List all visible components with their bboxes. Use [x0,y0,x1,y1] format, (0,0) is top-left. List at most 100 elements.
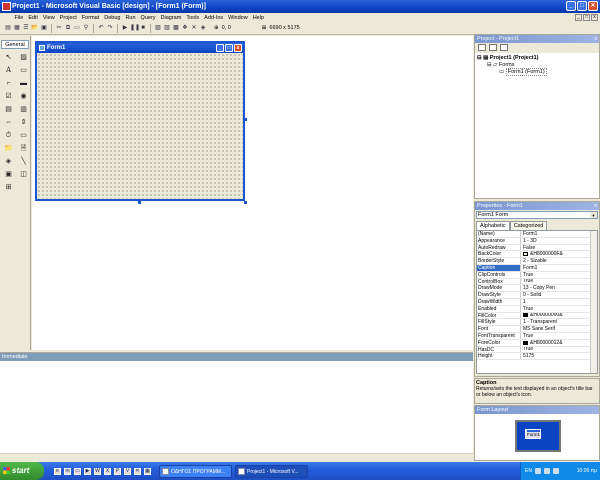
resize-handle-corner[interactable] [244,201,247,204]
object-browser-icon[interactable]: ❖ [181,24,189,32]
menu-add-ins[interactable]: Add-Ins [202,15,226,21]
form-maximize-button[interactable]: □ [225,44,233,52]
project-close-icon[interactable]: x [594,35,597,43]
media-icon[interactable]: ▶ [84,467,91,475]
property-value[interactable]: True [521,333,533,339]
optionbutton-tool-icon[interactable]: ◉ [17,91,30,102]
tab-categorized[interactable]: Categorized [509,221,548,230]
desktop-icon[interactable]: ▭ [74,467,81,475]
menu-debug[interactable]: Debug [102,15,123,21]
property-value[interactable]: &H00000000& [521,313,563,318]
property-row[interactable]: FillColor &H00000000& [477,312,597,320]
property-row[interactable]: ControlBox True [477,278,597,286]
data-tool-icon[interactable]: ◫ [17,169,30,180]
property-row[interactable]: (Name) Form1 [477,231,597,238]
language-indicator[interactable]: EN [525,468,532,474]
volume-icon[interactable] [552,468,559,474]
property-value[interactable]: True [521,279,533,285]
excel-icon[interactable]: X [104,467,111,475]
toolbox-tab-general[interactable]: General [1,40,29,49]
property-value[interactable]: 1 - Transparent [521,319,557,325]
tab-alphabetic[interactable]: Alphabetic [476,221,510,230]
object-selector[interactable]: Form1 Form ▼ [476,211,598,219]
checkbox-tool-icon[interactable]: ☑ [2,91,15,102]
break-icon[interactable]: ❚❚ [130,24,140,32]
shape-tool-icon[interactable]: ◈ [2,156,15,167]
start-icon[interactable]: ▶ [121,24,129,32]
menu-project[interactable]: Project [57,15,79,21]
menu-diagram[interactable]: Diagram [158,15,184,21]
label-tool-icon[interactable]: A [2,65,15,76]
line-tool-icon[interactable]: ╲ [17,156,30,167]
property-row[interactable]: FillStyle 1 - Transparent [477,319,597,327]
property-value[interactable]: 1 [521,299,526,305]
menu-query[interactable]: Query [138,15,158,21]
mdi-close-button[interactable]: x [591,14,598,21]
paste-icon[interactable]: ▭ [73,24,81,32]
ie-icon[interactable]: e [54,467,61,475]
property-row[interactable]: DrawMode 13 - Copy Pen [477,285,597,293]
property-value[interactable]: 13 - Copy Pen [521,285,555,291]
properties-window-icon[interactable]: ▨ [163,24,171,32]
word-icon[interactable]: W [94,467,101,475]
property-value[interactable]: 1 - 3D [521,238,537,244]
property-value[interactable]: True [521,347,533,353]
view-object-icon[interactable] [489,44,497,51]
property-row[interactable]: BackColor &H8000000F& [477,251,597,259]
menu-window[interactable]: Window [226,15,251,21]
save-project-icon[interactable]: ▣ [40,24,48,32]
property-row[interactable]: Height 5175 [477,353,597,361]
drivelistbox-tool-icon[interactable]: ▭ [17,130,30,141]
hscrollbar-tool-icon[interactable]: ⇔ [2,117,15,128]
form1-designer-window[interactable]: Form1 _ □ x [35,41,245,201]
property-row[interactable]: DrawStyle 0 - Solid [477,292,597,299]
toolbox-icon[interactable]: ✕ [190,24,198,32]
property-row[interactable]: Appearance 1 - 3D [477,237,597,245]
vb-quicklaunch-icon[interactable]: V [124,467,131,475]
property-row[interactable]: HasDC True [477,346,597,354]
toggle-folders-icon[interactable] [500,44,508,51]
app1-icon[interactable]: ✕ [134,467,141,475]
property-value[interactable]: 5175 [521,353,534,359]
property-value[interactable]: True [521,306,533,312]
property-value[interactable]: False [521,245,535,251]
resize-handle-right[interactable] [244,118,247,121]
property-row[interactable]: ForeColor &H80000012& [477,339,597,347]
menu-format[interactable]: Format [79,15,101,21]
property-row[interactable]: FontTransparent True [477,332,597,340]
add-form-icon[interactable]: ▦ [13,24,21,32]
property-value[interactable]: MS Sans Serif [521,326,555,332]
start-button[interactable]: start [0,462,44,480]
property-row[interactable]: AutoRedraw False [477,244,597,252]
listbox-tool-icon[interactable]: ▥ [17,104,30,115]
find-icon[interactable]: ⚲ [82,24,90,32]
resize-handle-bottom[interactable] [138,201,141,204]
menu-editor-icon[interactable]: ☰ [22,24,30,32]
menu-tools[interactable]: Tools [184,15,202,21]
property-row[interactable]: Enabled True [477,305,597,313]
property-value[interactable]: Form1 [521,265,537,271]
app2-icon[interactable]: ▦ [144,467,151,475]
immediate-window[interactable]: Immediate [0,352,473,461]
form1-layout-preview[interactable]: Form1 [525,429,541,439]
property-value[interactable]: True [521,272,533,278]
property-value[interactable]: 0 - Solid [521,292,541,298]
open-project-icon[interactable]: 📂 [31,24,39,32]
property-vscrollbar[interactable] [590,231,597,373]
picturebox-tool-icon[interactable]: ▨ [17,52,30,63]
property-row[interactable]: ClipControls True [477,271,597,279]
property-value[interactable]: Form1 [521,231,537,237]
chevron-down-icon[interactable]: ▼ [590,212,597,218]
menu-help[interactable]: Help [250,15,266,21]
form-layout-icon[interactable]: ▩ [172,24,180,32]
menu-file[interactable]: File [12,15,26,21]
immediate-hscrollbar[interactable] [0,453,473,461]
image-tool-icon[interactable]: ▣ [2,169,15,180]
task-visual-basic[interactable]: Project1 - Microsoft V... [235,464,308,478]
pointer-tool-icon[interactable]: ↖ [2,52,15,63]
menu-run[interactable]: Run [123,15,138,21]
dirlistbox-tool-icon[interactable]: 📁 [2,143,15,154]
outlook-icon[interactable]: ✉ [64,467,71,475]
property-value[interactable]: &H80000012& [521,340,563,346]
filelistbox-tool-icon[interactable]: 🗎 [17,143,30,154]
